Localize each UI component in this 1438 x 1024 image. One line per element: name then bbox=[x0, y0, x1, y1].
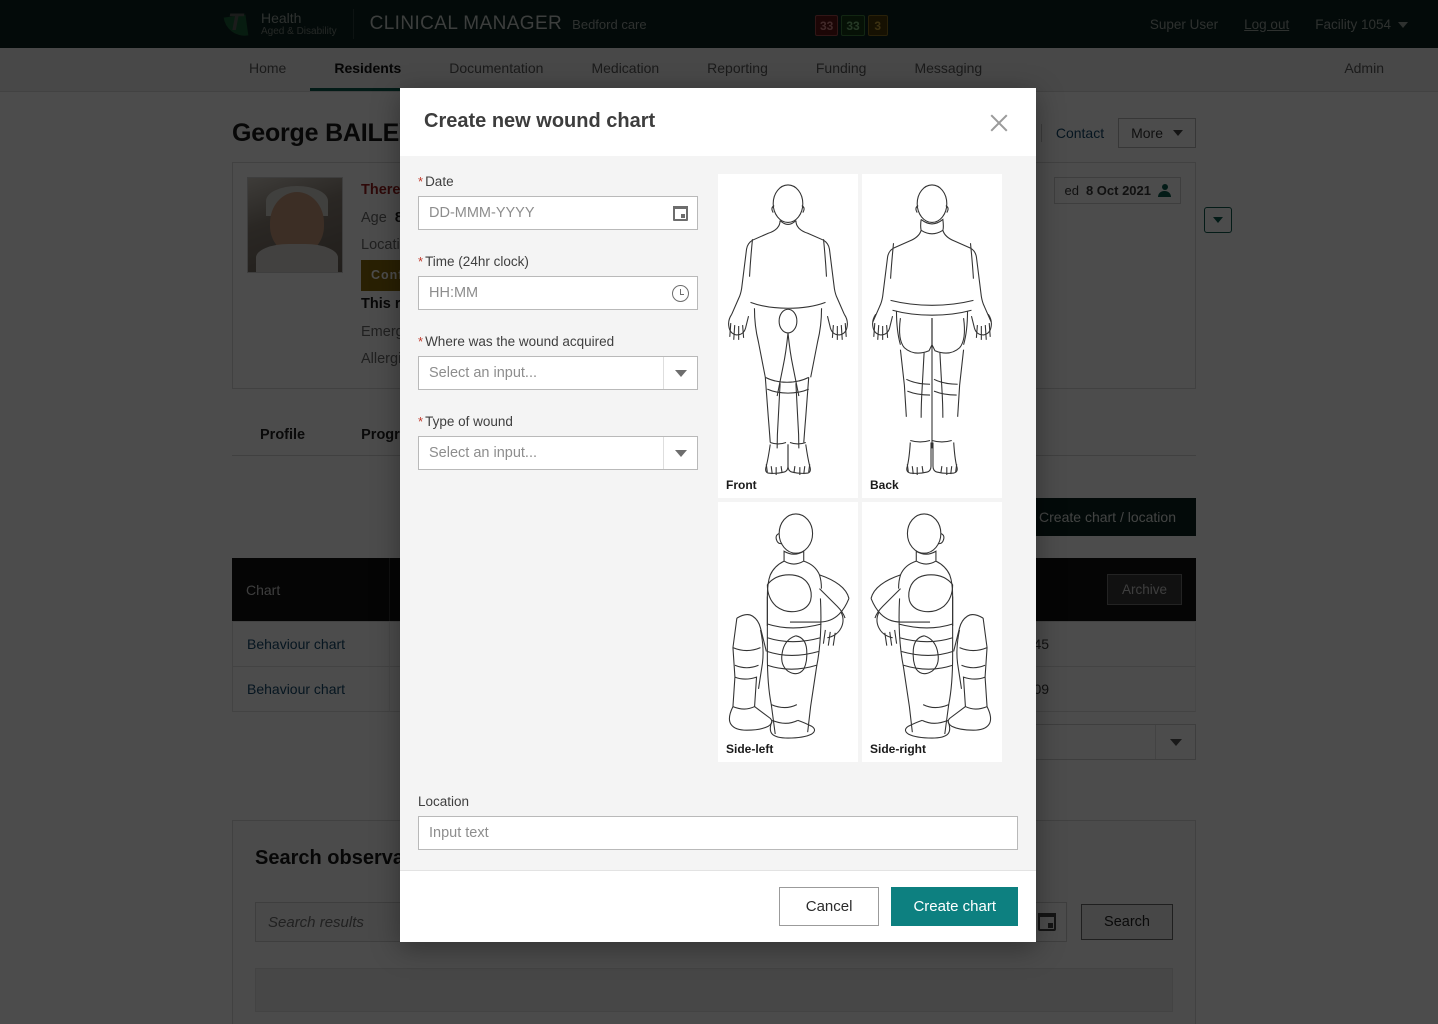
body-view-back[interactable]: Back bbox=[862, 174, 1002, 498]
field-date: * Date DD-MMM-YYYY bbox=[418, 174, 708, 230]
time-placeholder: HH:MM bbox=[429, 285, 479, 301]
dialog-footer: Cancel Create chart bbox=[400, 870, 1036, 942]
location-input[interactable]: Input text bbox=[418, 816, 1018, 850]
body-side-left-icon bbox=[728, 513, 850, 739]
chevron-down-icon[interactable] bbox=[663, 357, 697, 389]
required-marker: * bbox=[418, 414, 424, 429]
location-placeholder: Input text bbox=[429, 825, 489, 841]
cancel-button[interactable]: Cancel bbox=[778, 887, 880, 926]
body-view-side-right[interactable]: Side-right bbox=[862, 502, 1002, 762]
wound-type-placeholder: Select an input... bbox=[429, 445, 538, 461]
chevron-down-icon[interactable] bbox=[663, 437, 697, 469]
create-wound-chart-dialog: Create new wound chart * Date DD-MMM-YYYY… bbox=[400, 88, 1036, 942]
body-view-caption: Side-left bbox=[726, 742, 774, 756]
body-back-icon bbox=[872, 184, 992, 476]
time-label: Time (24hr clock) bbox=[425, 254, 529, 269]
date-input[interactable]: DD-MMM-YYYY bbox=[418, 196, 698, 230]
field-location: Location Input text bbox=[400, 784, 1036, 870]
body-front-icon bbox=[728, 184, 848, 476]
dialog-title: Create new wound chart bbox=[424, 110, 656, 132]
wound-type-select[interactable]: Select an input... bbox=[418, 436, 698, 470]
close-icon[interactable] bbox=[986, 110, 1012, 136]
form-column: * Date DD-MMM-YYYY * Time (24hr clock) HH:… bbox=[418, 174, 718, 784]
date-label: Date bbox=[425, 174, 454, 189]
dialog-body: * Date DD-MMM-YYYY * Time (24hr clock) HH:… bbox=[400, 156, 1036, 784]
body-view-side-left[interactable]: Side-left bbox=[718, 502, 858, 762]
field-time: * Time (24hr clock) HH:MM bbox=[418, 254, 708, 310]
wound-type-label: Type of wound bbox=[425, 414, 513, 429]
calendar-icon[interactable] bbox=[672, 205, 688, 221]
body-view-caption: Front bbox=[726, 478, 757, 492]
acquired-label: Where was the wound acquired bbox=[425, 334, 615, 349]
dialog-header: Create new wound chart bbox=[400, 88, 1036, 156]
body-view-caption: Side-right bbox=[870, 742, 926, 756]
body-diagram-selector: Front Back Side-left Side-right bbox=[718, 174, 1018, 784]
date-placeholder: DD-MMM-YYYY bbox=[429, 205, 535, 221]
required-marker: * bbox=[418, 334, 424, 349]
location-label: Location bbox=[418, 794, 470, 809]
acquired-placeholder: Select an input... bbox=[429, 365, 538, 381]
clock-icon[interactable] bbox=[671, 284, 689, 302]
wound-acquired-select[interactable]: Select an input... bbox=[418, 356, 698, 390]
body-side-right-icon bbox=[870, 513, 992, 739]
field-wound-acquired: * Where was the wound acquired Select an … bbox=[418, 334, 708, 390]
create-chart-button[interactable]: Create chart bbox=[891, 887, 1018, 926]
required-marker: * bbox=[418, 174, 424, 189]
field-wound-type: * Type of wound Select an input... bbox=[418, 414, 708, 470]
time-input[interactable]: HH:MM bbox=[418, 276, 698, 310]
body-view-caption: Back bbox=[870, 478, 899, 492]
required-marker: * bbox=[418, 254, 424, 269]
body-view-front[interactable]: Front bbox=[718, 174, 858, 498]
